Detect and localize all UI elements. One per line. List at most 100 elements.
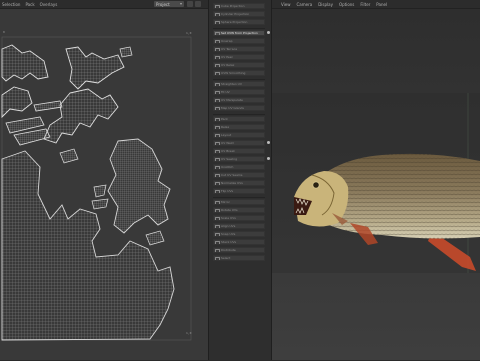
tool-button[interactable]: Snap UVs bbox=[213, 231, 265, 237]
tool-separator bbox=[213, 197, 265, 198]
menu-overlays[interactable]: Overlays bbox=[40, 2, 58, 7]
tool-button[interactable]: Pack bbox=[213, 116, 265, 122]
tool-label: Set UVW from Projection bbox=[221, 31, 258, 35]
tool-button[interactable]: Unstitch bbox=[213, 164, 265, 170]
tool-label: Stack UVs bbox=[221, 240, 237, 244]
tool-button[interactable]: UVW Smoothing bbox=[213, 70, 265, 76]
menu-pack[interactable]: Pack bbox=[25, 2, 34, 7]
tool-button[interactable]: UV Manipulate bbox=[213, 97, 265, 103]
uv-corner-bottom-right: 1,0 bbox=[186, 331, 192, 335]
fish-eye bbox=[312, 181, 320, 189]
tool-button[interactable]: Straighten UV bbox=[213, 81, 265, 87]
tool-button[interactable]: UV Weld bbox=[213, 140, 265, 146]
tool-button[interactable]: UV Sewing bbox=[213, 156, 265, 162]
viewport-panel: View Camera Display Options Filter Panel bbox=[272, 0, 480, 360]
tool-button[interactable]: Cut UV Seams bbox=[213, 172, 265, 178]
tool-button[interactable]: UV Break bbox=[213, 148, 265, 154]
tool-button[interactable]: Distribute bbox=[213, 247, 265, 253]
tool-button[interactable]: Cylinder Projection bbox=[213, 11, 265, 17]
tool-icon bbox=[215, 5, 220, 8]
tool-options-icon[interactable] bbox=[267, 31, 270, 34]
tool-label: Cube Projection bbox=[221, 4, 245, 8]
tool-button[interactable]: Map UV Islands bbox=[213, 105, 265, 111]
tool-icon bbox=[215, 166, 220, 169]
tool-options-icon[interactable] bbox=[267, 157, 270, 160]
tool-label: Flip UVs bbox=[221, 189, 234, 193]
tool-button[interactable]: Select bbox=[213, 255, 265, 261]
options-icon[interactable] bbox=[195, 1, 201, 7]
tool-label: Mirror bbox=[221, 200, 230, 204]
uv-tools-panel: Cube Projection Cylinder Projection Sphere… bbox=[208, 0, 272, 360]
tool-label: Pack bbox=[221, 117, 228, 121]
tool-separator bbox=[213, 79, 265, 80]
tool-button[interactable]: Rotate UVs bbox=[213, 207, 265, 213]
uv-fragment-2 bbox=[93, 184, 107, 198]
tool-button[interactable]: Cube Projection bbox=[213, 3, 265, 9]
tool-label: Unwrap bbox=[221, 39, 233, 43]
tool-icon bbox=[215, 249, 220, 252]
tool-button[interactable]: Unwrap bbox=[213, 38, 265, 44]
app-window: Selection Pack Overlays Project ▾ 0 1,0 … bbox=[0, 0, 480, 360]
tool-label: Distribute bbox=[221, 248, 236, 252]
tool-icon bbox=[215, 83, 220, 86]
tool-icon bbox=[215, 174, 220, 177]
tool-button[interactable]: Stack UVs bbox=[213, 239, 265, 245]
tool-icon bbox=[215, 182, 220, 185]
tool-icon bbox=[215, 91, 220, 94]
tool-button[interactable]: Layout bbox=[213, 132, 265, 138]
tool-label: UV Manipulate bbox=[221, 98, 243, 102]
tool-icon bbox=[215, 64, 220, 67]
menu-options[interactable]: Options bbox=[339, 2, 354, 7]
tool-button[interactable]: UV Terrace bbox=[213, 46, 265, 52]
tool-label: Relax bbox=[221, 125, 230, 129]
tool-label: Align UVs bbox=[221, 224, 236, 228]
tool-label: Cylinder Projection bbox=[221, 12, 250, 16]
tool-label: UV Break bbox=[221, 149, 235, 153]
tool-button[interactable]: Sphere Projection bbox=[213, 19, 265, 25]
tool-label: UV Relax bbox=[221, 63, 235, 67]
tool-options-icon[interactable] bbox=[267, 141, 270, 144]
viewport-canvas[interactable] bbox=[272, 9, 480, 360]
menu-view[interactable]: View bbox=[281, 2, 291, 7]
tool-label: UV Terrace bbox=[221, 47, 238, 51]
uv-fragment-1 bbox=[119, 46, 133, 58]
tool-label: Snap UVs bbox=[221, 232, 236, 236]
tool-icon bbox=[215, 72, 220, 75]
tool-icon bbox=[215, 40, 220, 43]
tool-icon bbox=[215, 32, 220, 35]
tool-label: UVW Smoothing bbox=[221, 71, 246, 75]
uv-editor-header: Selection Pack Overlays Project ▾ bbox=[0, 0, 208, 9]
tool-icon bbox=[215, 233, 220, 236]
menu-selection[interactable]: Selection bbox=[2, 2, 20, 7]
tool-button[interactable]: UV Relax bbox=[213, 62, 265, 68]
tool-label: Cut UV Seams bbox=[221, 173, 243, 177]
tool-button[interactable]: Relax bbox=[213, 124, 265, 130]
tool-button[interactable]: Flip UVs bbox=[213, 188, 265, 194]
menu-filter[interactable]: Filter bbox=[360, 2, 370, 7]
menu-camera[interactable]: Camera bbox=[297, 2, 313, 7]
tool-icon bbox=[215, 13, 220, 16]
projection-mode-select[interactable]: Project ▾ bbox=[154, 1, 184, 7]
frame-icon[interactable] bbox=[187, 1, 193, 7]
tool-button[interactable]: Mirror bbox=[213, 199, 265, 205]
viewport-header: View Camera Display Options Filter Panel bbox=[272, 0, 480, 9]
uv-canvas[interactable]: 0 1,0 1,0 bbox=[0, 9, 208, 360]
tool-label: Normalize UVs bbox=[221, 181, 243, 185]
tool-button[interactable]: Set UVW from Projection bbox=[213, 30, 265, 36]
tool-icon bbox=[215, 99, 220, 102]
uv-islands-svg bbox=[0, 9, 208, 360]
tool-label: UV Sewing bbox=[221, 157, 238, 161]
tool-button[interactable]: UV Peel bbox=[213, 54, 265, 60]
tool-button[interactable]: Align UVs bbox=[213, 223, 265, 229]
tool-label: Unstitch bbox=[221, 165, 234, 169]
uv-editor-menu: Selection Pack Overlays bbox=[0, 2, 57, 7]
tool-button[interactable]: Scale UVs bbox=[213, 215, 265, 221]
viewport-menu: View Camera Display Options Filter Panel bbox=[272, 2, 387, 7]
menu-display[interactable]: Display bbox=[318, 2, 333, 7]
menu-panel[interactable]: Panel bbox=[376, 2, 387, 7]
uv-corner-top-right: 1,0 bbox=[186, 31, 192, 35]
tool-icon bbox=[215, 225, 220, 228]
tool-button[interactable]: Normalize UVs bbox=[213, 180, 265, 186]
tool-button[interactable]: Fit UV bbox=[213, 89, 265, 95]
chevron-down-icon: ▾ bbox=[179, 1, 182, 6]
